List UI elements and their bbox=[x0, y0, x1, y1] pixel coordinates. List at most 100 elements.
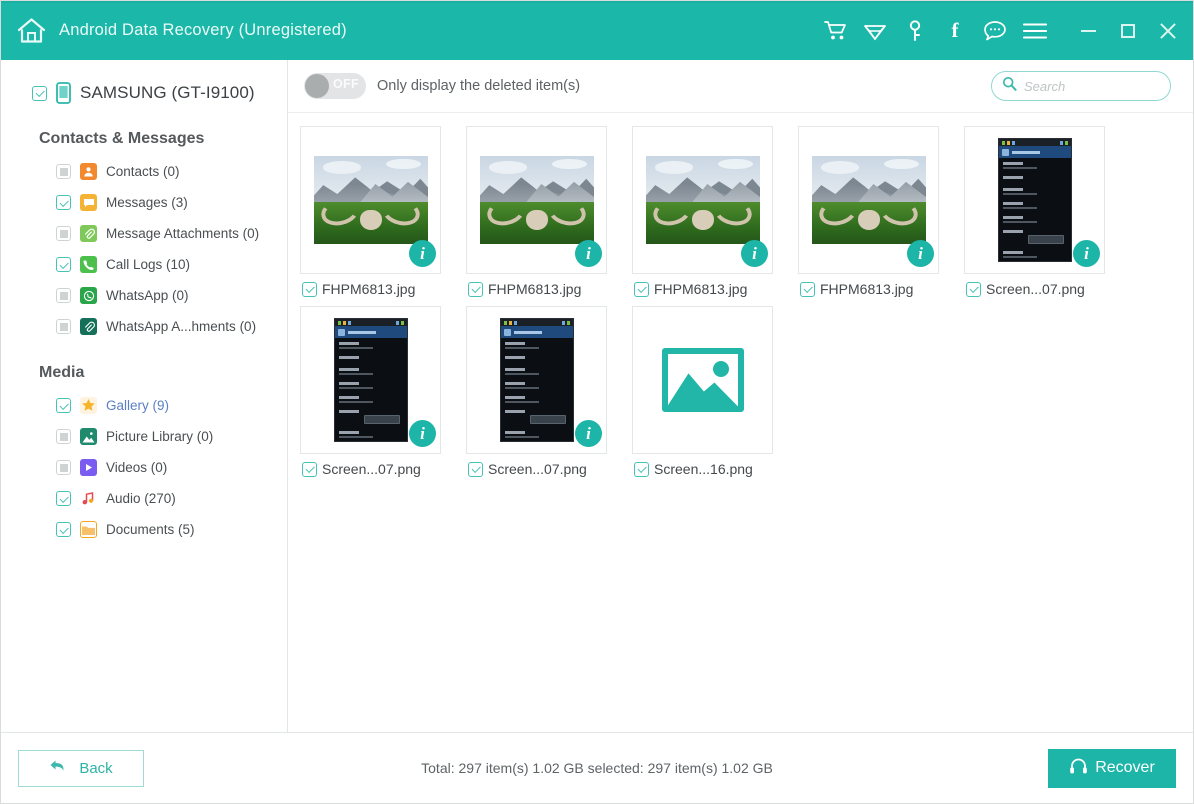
sidebar-item-picture-library[interactable]: Picture Library (0) bbox=[1, 421, 287, 452]
thumbnail-caption: Screen...16.png bbox=[632, 461, 798, 477]
documents-checkbox[interactable] bbox=[56, 522, 71, 537]
info-icon[interactable]: i bbox=[1073, 240, 1100, 267]
contacts-icon bbox=[80, 163, 97, 180]
info-icon[interactable]: i bbox=[409, 240, 436, 267]
file-checkbox[interactable] bbox=[302, 281, 317, 297]
info-icon[interactable]: i bbox=[575, 420, 602, 447]
body: SAMSUNG (GT-I9100) Contacts & Messages C… bbox=[1, 60, 1194, 732]
info-icon[interactable]: i bbox=[741, 240, 768, 267]
sidebar-item-label: Gallery (9) bbox=[106, 398, 170, 413]
grid-cell: Screen...16.png bbox=[632, 306, 798, 477]
whatsapp-checkbox[interactable] bbox=[56, 288, 71, 303]
gallery-checkbox[interactable] bbox=[56, 398, 71, 413]
close-button[interactable] bbox=[1157, 20, 1179, 42]
status-wrap: Total: 297 item(s) 1.02 GB selected: 297… bbox=[18, 760, 1176, 776]
messages-icon bbox=[80, 194, 97, 211]
sidebar-item-messages[interactable]: Messages (3) bbox=[1, 187, 287, 218]
file-name: FHPM6813.jpg bbox=[488, 281, 582, 297]
thumbnail[interactable] bbox=[632, 306, 773, 454]
minimize-button[interactable] bbox=[1077, 20, 1099, 42]
window-controls bbox=[1077, 20, 1179, 42]
sidebar-item-contacts[interactable]: Contacts (0) bbox=[1, 156, 287, 187]
thumbnail[interactable]: i bbox=[632, 126, 773, 274]
search-box[interactable] bbox=[991, 71, 1194, 101]
file-checkbox[interactable] bbox=[966, 281, 981, 297]
audio-checkbox[interactable] bbox=[56, 491, 71, 506]
grid-cell: i FHPM6813.jpg bbox=[300, 126, 466, 297]
thumbnail-caption: FHPM6813.jpg bbox=[300, 281, 466, 297]
deleted-only-toggle-label: Only display the deleted item(s) bbox=[377, 78, 581, 94]
sidebar-item-message-attachments[interactable]: Message Attachments (0) bbox=[1, 218, 287, 249]
thumbnail[interactable]: i bbox=[300, 306, 441, 454]
videos-checkbox[interactable] bbox=[56, 460, 71, 475]
status-text: Total: 297 item(s) 1.02 GB selected: 297… bbox=[421, 760, 773, 776]
documents-icon bbox=[80, 521, 97, 538]
image-placeholder-icon bbox=[661, 348, 744, 412]
picture-library-checkbox[interactable] bbox=[56, 429, 71, 444]
info-icon[interactable]: i bbox=[907, 240, 934, 267]
file-name: FHPM6813.jpg bbox=[820, 281, 914, 297]
file-checkbox[interactable] bbox=[634, 281, 649, 297]
sidebar-item-label: Call Logs (10) bbox=[106, 257, 191, 272]
sidebar-item-call-logs[interactable]: Call Logs (10) bbox=[1, 249, 287, 280]
file-checkbox[interactable] bbox=[634, 461, 649, 477]
file-checkbox[interactable] bbox=[800, 281, 815, 297]
sidebar-item-gallery[interactable]: Gallery (9) bbox=[1, 390, 287, 421]
maximize-button[interactable] bbox=[1117, 20, 1139, 42]
diamond-icon[interactable] bbox=[863, 19, 887, 43]
recover-icon bbox=[1069, 757, 1088, 780]
thumbnail[interactable]: i bbox=[798, 126, 939, 274]
deleted-only-toggle[interactable]: OFF bbox=[304, 73, 366, 99]
call-logs-checkbox[interactable] bbox=[56, 257, 71, 272]
file-checkbox[interactable] bbox=[468, 461, 483, 477]
file-name: FHPM6813.jpg bbox=[322, 281, 416, 297]
sidebar-item-videos[interactable]: Videos (0) bbox=[1, 452, 287, 483]
message-attachments-checkbox[interactable] bbox=[56, 226, 71, 241]
file-name: Screen...07.png bbox=[986, 281, 1085, 297]
device-checkbox[interactable] bbox=[32, 85, 47, 101]
thumbnail[interactable]: i bbox=[466, 306, 607, 454]
recover-button[interactable]: Recover bbox=[1048, 748, 1176, 788]
facebook-icon[interactable]: f bbox=[943, 19, 967, 43]
grid-cell: i Screen...07.png bbox=[466, 306, 632, 477]
key-icon[interactable] bbox=[903, 19, 927, 43]
home-icon[interactable] bbox=[11, 11, 51, 51]
back-button[interactable]: Back bbox=[18, 749, 144, 787]
sidebar-item-whatsapp-attachments[interactable]: WhatsApp A...hments (0) bbox=[1, 311, 287, 342]
whatsapp-attachments-checkbox[interactable] bbox=[56, 319, 71, 334]
file-checkbox[interactable] bbox=[302, 461, 317, 477]
photo-preview bbox=[645, 156, 760, 244]
sidebar-group-title-media: Media bbox=[39, 364, 85, 381]
sidebar-device-row[interactable]: SAMSUNG (GT-I9100) bbox=[1, 78, 287, 108]
thumbnail-caption: FHPM6813.jpg bbox=[798, 281, 964, 297]
cart-icon[interactable] bbox=[823, 19, 847, 43]
attachment-icon bbox=[80, 225, 97, 242]
sidebar-item-audio[interactable]: Audio (270) bbox=[1, 483, 287, 514]
sidebar-item-label: Contacts (0) bbox=[106, 164, 180, 179]
file-checkbox[interactable] bbox=[468, 281, 483, 297]
chat-icon[interactable] bbox=[983, 19, 1007, 43]
whatsapp-icon bbox=[80, 287, 97, 304]
thumbnail-caption: Screen...07.png bbox=[964, 281, 1130, 297]
grid-cell: i Screen...07.png bbox=[964, 126, 1130, 297]
sidebar-item-label: Message Attachments (0) bbox=[106, 226, 260, 241]
sidebar-item-documents[interactable]: Documents (5) bbox=[1, 514, 287, 545]
sidebar-item-label: Videos (0) bbox=[106, 460, 168, 475]
thumbnail-caption: FHPM6813.jpg bbox=[466, 281, 632, 297]
messages-checkbox[interactable] bbox=[56, 195, 71, 210]
thumbnail[interactable]: i bbox=[964, 126, 1105, 274]
thumbnail[interactable]: i bbox=[300, 126, 441, 274]
sidebar-item-whatsapp[interactable]: WhatsApp (0) bbox=[1, 280, 287, 311]
info-icon[interactable]: i bbox=[575, 240, 602, 267]
thumbnail[interactable]: i bbox=[466, 126, 607, 274]
search-input[interactable] bbox=[1024, 78, 1194, 94]
sidebar-item-label: Messages (3) bbox=[106, 195, 188, 210]
contacts-checkbox[interactable] bbox=[56, 164, 71, 179]
title-bar: Android Data Recovery (Unregistered) f bbox=[1, 1, 1193, 60]
sidebar-item-label: WhatsApp (0) bbox=[106, 288, 189, 303]
thumbnail-grid-area: i FHPM6813.jpg i FHPM6813.jpg i FHPM6813… bbox=[288, 113, 1193, 732]
photo-preview bbox=[313, 156, 428, 244]
info-icon[interactable]: i bbox=[409, 420, 436, 447]
menu-icon[interactable] bbox=[1023, 19, 1047, 43]
screenshot-preview bbox=[997, 138, 1072, 262]
